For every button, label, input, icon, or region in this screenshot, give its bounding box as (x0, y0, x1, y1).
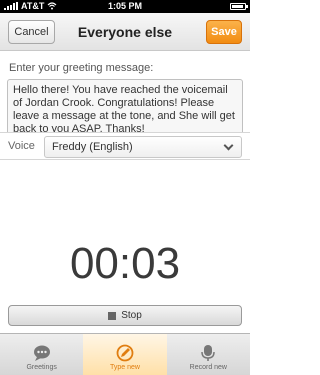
tab-bar: Greetings Type new Record new (0, 333, 250, 375)
voice-row: Voice Freddy (English) (0, 132, 250, 160)
status-bar: AT&T 1:05 PM (0, 0, 250, 13)
tab-type-new[interactable]: Type new (83, 334, 167, 375)
voice-value: Freddy (English) (52, 141, 133, 153)
stop-label: Stop (121, 310, 142, 321)
tab-label: Type new (110, 364, 140, 371)
voice-select[interactable]: Freddy (English) (44, 136, 242, 158)
save-button[interactable]: Save (206, 20, 242, 44)
greeting-prompt: Enter your greeting message: (9, 62, 154, 74)
tab-label: Greetings (26, 364, 57, 371)
nav-bar: Cancel Everyone else Save (0, 13, 250, 51)
pencil-icon (116, 344, 134, 362)
microphone-icon (201, 345, 216, 361)
tab-record-new[interactable]: Record new (167, 334, 250, 375)
speech-bubble-icon (33, 345, 50, 361)
stop-icon (108, 311, 117, 320)
chevron-down-icon (223, 140, 234, 151)
playback-timer: 00:03 (69, 239, 181, 288)
battery-icon (230, 3, 248, 10)
stop-button[interactable]: Stop (8, 305, 242, 326)
status-time: 1:05 PM (107, 1, 142, 11)
voice-label: Voice (8, 140, 35, 152)
tab-greetings[interactable]: Greetings (0, 334, 83, 375)
tab-label: Record new (189, 364, 227, 371)
